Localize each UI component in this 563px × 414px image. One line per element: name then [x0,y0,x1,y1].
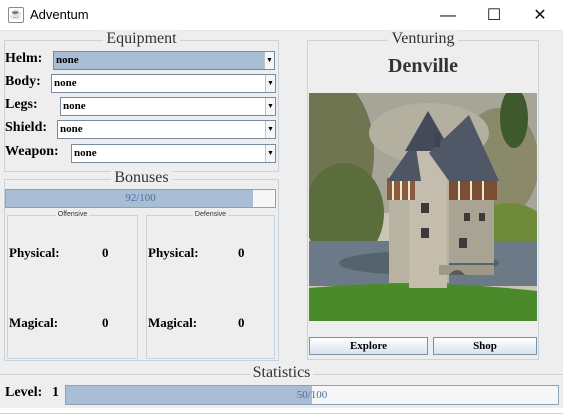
chevron-down-icon[interactable]: ▼ [265,145,275,162]
equipment-title: Equipment [103,30,180,47]
chevron-down-icon[interactable]: ▼ [265,121,275,138]
minimize-button[interactable]: — [425,0,471,31]
legs-select[interactable]: none ▼ [60,97,276,116]
chevron-down-icon[interactable]: ▼ [265,98,275,115]
maximize-button[interactable]: ☐ [471,0,517,31]
weapon-label: Weapon: [5,144,59,159]
defensive-magical-value: 0 [238,315,245,330]
defensive-title: Defensive [192,211,229,218]
helm-select[interactable]: none ▼ [53,51,275,70]
helm-value: none [54,52,264,69]
title-bar: ☕ Adventum — ☐ ✕ [0,0,563,31]
offensive-physical-value: 0 [102,245,109,260]
shop-button[interactable]: Shop [433,337,537,355]
experience-progress-text: 50/100 [296,389,328,401]
defensive-panel: Defensive [146,211,275,359]
offensive-magical-value: 0 [102,315,109,330]
town-name: Denville [388,55,458,77]
offensive-panel: Offensive [7,211,138,359]
bonuses-progress-bar: 92/100 [5,189,276,208]
shield-select[interactable]: none ▼ [57,120,276,139]
close-button[interactable]: ✕ [517,0,563,31]
castle-illustration [309,93,537,321]
java-cup-icon: ☕ [8,7,24,23]
level-value: 1 [52,385,59,400]
body-select[interactable]: none ▼ [51,74,276,93]
chevron-down-icon[interactable]: ▼ [264,52,274,69]
shield-label: Shield: [5,120,48,135]
bonuses-title: Bonuses [111,169,172,186]
level-label: Level: [5,385,43,400]
body-value: none [54,77,77,89]
body-label: Body: [5,74,41,89]
chevron-down-icon[interactable]: ▼ [265,75,275,92]
defensive-physical-value: 0 [238,245,245,260]
shield-value: none [60,123,83,135]
helm-label: Helm: [5,51,43,66]
explore-button[interactable]: Explore [309,337,428,355]
legs-value: none [63,100,86,112]
defensive-physical-label: Physical: [148,245,199,260]
bonuses-progress-text: 92/100 [125,192,156,204]
offensive-title: Offensive [55,211,90,218]
weapon-value: none [74,147,97,159]
statistics-title: Statistics [249,364,314,381]
legs-label: Legs: [5,97,38,112]
offensive-physical-label: Physical: [9,245,60,260]
weapon-select[interactable]: none ▼ [71,144,276,163]
venturing-title: Venturing [388,30,458,47]
experience-progress-bar: 50/100 [65,385,559,405]
defensive-magical-label: Magical: [148,315,198,330]
castle-image [309,93,537,321]
window-title: Adventum [30,7,89,22]
offensive-magical-label: Magical: [9,315,59,330]
